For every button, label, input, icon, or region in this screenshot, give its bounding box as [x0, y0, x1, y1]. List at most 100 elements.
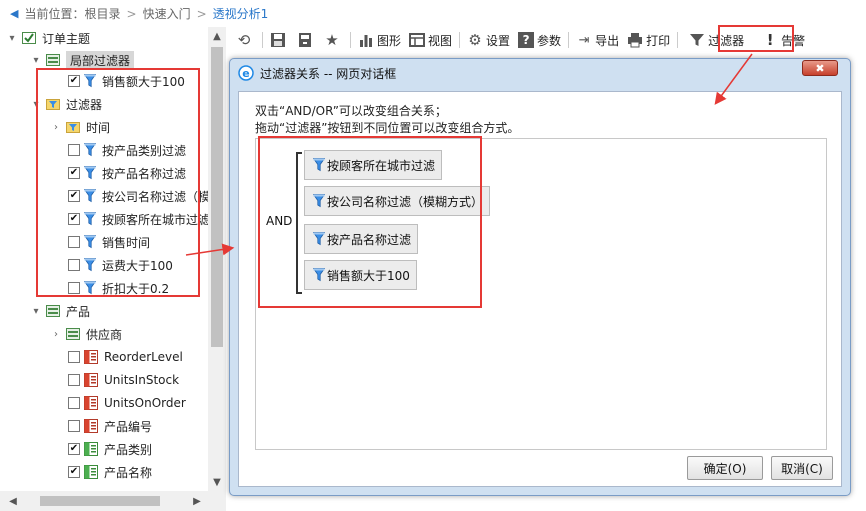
location-icon: ◀ — [10, 7, 19, 20]
scroll-left-icon[interactable]: ◀ — [4, 492, 22, 510]
tree-filters[interactable]: ▾ 过滤器 — [30, 93, 102, 115]
checkbox-icon[interactable] — [68, 420, 80, 432]
checkbox-icon[interactable] — [68, 236, 80, 248]
toolbar-divider — [568, 32, 570, 48]
checkbox-checked-icon[interactable]: ✔ — [68, 213, 80, 225]
funnel-icon — [313, 232, 325, 246]
question-icon: ? — [518, 32, 535, 48]
folder-filter-icon — [66, 120, 80, 134]
scroll-right-icon[interactable]: ▶ — [188, 492, 206, 510]
toolbar-divider — [262, 32, 263, 48]
tree-item-label: 按公司名称过滤（模 — [102, 189, 208, 204]
tree-root-label: 订单主题 — [42, 31, 91, 46]
filter-chip[interactable]: 按公司名称过滤（模糊方式） — [304, 186, 491, 216]
product-label: 产品 — [66, 304, 91, 319]
tree-item-filter[interactable]: 运费大于100 — [68, 254, 173, 276]
tree-item-filter[interactable]: 折扣大于0.2 — [68, 277, 169, 299]
params-button[interactable]: ? 参数 — [514, 29, 565, 51]
tree-item-field[interactable]: UnitsOnOrder — [68, 392, 186, 414]
tree-vertical-scrollbar[interactable]: ▲ ▼ — [208, 27, 226, 491]
funnel-icon — [84, 189, 96, 203]
funnel-icon — [84, 74, 96, 88]
save-as-button[interactable] — [293, 29, 320, 51]
checkbox-icon[interactable] — [68, 259, 80, 271]
tree-time-folder[interactable]: › 时间 — [50, 116, 110, 138]
tree-item-filter[interactable]: 销售时间 — [68, 231, 150, 253]
checkbox-icon[interactable] — [68, 282, 80, 294]
checkbox-checked-icon[interactable]: ✔ — [68, 167, 80, 179]
tree-item-label: 按顾客所在城市过滤 — [102, 212, 208, 227]
filter-button[interactable]: 过滤器 — [685, 29, 748, 51]
tree-item-filter[interactable]: ✔ 按公司名称过滤（模 — [68, 185, 208, 207]
print-button[interactable]: 打印 — [623, 29, 674, 51]
funnel-icon — [313, 268, 325, 282]
params-label: 参数 — [537, 33, 562, 48]
breadcrumb-quickstart[interactable]: 快速入门 — [143, 5, 191, 22]
tree-item-label: UnitsInStock — [104, 373, 180, 387]
save-button[interactable] — [266, 29, 293, 51]
chevron-right-icon[interactable]: › — [50, 121, 62, 133]
chevron-right-icon[interactable]: › — [50, 328, 62, 340]
tree-item-field[interactable]: ReorderLevel — [68, 346, 183, 368]
and-operator[interactable]: AND — [266, 214, 292, 228]
checkbox-icon[interactable] — [68, 351, 80, 363]
scroll-down-icon[interactable]: ▼ — [208, 473, 226, 491]
tree-root[interactable]: ▾ 订单主题 — [6, 27, 90, 49]
export-button[interactable]: ⇥ 导出 — [572, 29, 623, 51]
chevron-down-icon[interactable]: ▾ — [6, 32, 18, 44]
tree-item-label: UnitsOnOrder — [104, 396, 186, 410]
ok-button[interactable]: 确定(O) — [687, 456, 763, 480]
chevron-down-icon[interactable]: ▾ — [30, 98, 42, 110]
cancel-button[interactable]: 取消(C) — [771, 456, 833, 480]
breadcrumb-separator: > — [196, 6, 207, 21]
tree-item-filter[interactable]: ✔ 按产品名称过滤 — [68, 162, 186, 184]
tree-item-label: 销售额大于100 — [102, 74, 185, 89]
print-label: 打印 — [646, 33, 671, 48]
tree-product[interactable]: ▾ 产品 — [30, 300, 90, 322]
tree-item-field[interactable]: ✔ 产品类别 — [68, 438, 152, 460]
funnel-icon — [84, 281, 96, 295]
scroll-up-icon[interactable]: ▲ — [208, 27, 226, 45]
checkbox-checked-icon[interactable]: ✔ — [68, 75, 80, 87]
funnel-icon — [84, 212, 96, 226]
tree-item-filter[interactable]: ✔ 按顾客所在城市过滤 — [68, 208, 208, 230]
chevron-down-icon[interactable]: ▾ — [30, 305, 42, 317]
view-button[interactable]: 视图 — [405, 29, 456, 51]
filter-chip[interactable]: 销售额大于100 — [304, 260, 417, 290]
field-icon — [84, 465, 98, 479]
breadcrumb-current[interactable]: 透视分析1 — [213, 5, 269, 22]
tree-supplier[interactable]: › 供应商 — [50, 323, 122, 345]
close-button[interactable]: ✖ — [802, 60, 838, 76]
scroll-thumb[interactable] — [211, 47, 223, 347]
tree-local-filters[interactable]: ▾ 局部过滤器 — [30, 49, 135, 71]
chevron-down-icon[interactable]: ▾ — [30, 54, 42, 66]
checkbox-checked-icon[interactable]: ✔ — [68, 466, 80, 478]
tree-horizontal-scrollbar[interactable]: ◀ ▶ — [0, 491, 226, 511]
checkbox-icon[interactable] — [68, 397, 80, 409]
filter-chip-label: 按顾客所在城市过滤 — [327, 158, 436, 173]
tree-item-sales-gt-100[interactable]: ✔ 销售额大于100 — [68, 70, 185, 92]
checkbox-icon[interactable] — [68, 374, 80, 386]
tree-item-field[interactable]: ✔ 产品名称 — [68, 461, 152, 483]
checkbox-checked-icon[interactable]: ✔ — [68, 190, 80, 202]
checkbox-checked-icon[interactable]: ✔ — [68, 443, 80, 455]
tree-item-field[interactable]: UnitsInStock — [68, 369, 179, 391]
settings-button[interactable]: ⚙ 设置 — [463, 29, 514, 51]
filter-chip-label: 销售额大于100 — [327, 268, 410, 283]
funnel-icon — [313, 158, 325, 172]
filter-chip[interactable]: 按顾客所在城市过滤 — [304, 150, 443, 180]
scroll-thumb[interactable] — [40, 496, 160, 506]
toolbar: ⟲ ★ 图形 视图 ⚙ 设置 ? 参数 ⇥ 导出 打印 过滤器 ! 告警 — [226, 27, 866, 53]
filter-chip[interactable]: 按产品名称过滤 — [304, 224, 419, 254]
favorite-button[interactable]: ★ — [320, 29, 347, 51]
tree-item-field[interactable]: 产品编号 — [68, 415, 152, 437]
chart-button[interactable]: 图形 — [354, 29, 405, 51]
alert-button[interactable]: ! 告警 — [758, 29, 809, 51]
breadcrumb-prefix: 当前位置： — [24, 7, 85, 21]
tree-item-filter[interactable]: 按产品类别过滤 — [68, 139, 186, 161]
save-icon — [271, 33, 285, 47]
dialog-titlebar[interactable]: e 过滤器关系 -- 网页对话框 — [230, 59, 850, 87]
checkbox-icon[interactable] — [68, 144, 80, 156]
refresh-button[interactable]: ⟲ — [232, 29, 259, 51]
breadcrumb-root[interactable]: 根目录 — [84, 5, 120, 22]
